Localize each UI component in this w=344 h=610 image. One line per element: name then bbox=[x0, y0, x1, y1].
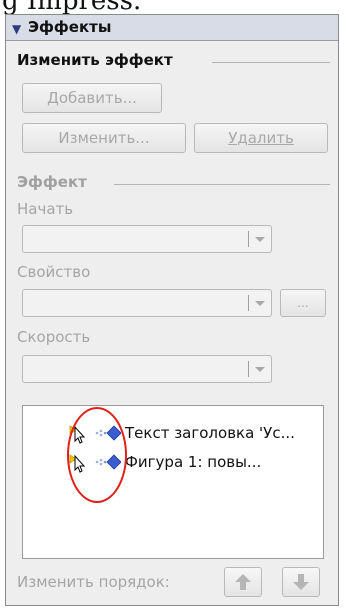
add-effect-button[interactable]: Добавить... bbox=[22, 83, 162, 113]
chevron-down-icon bbox=[255, 301, 265, 306]
start-select[interactable] bbox=[22, 225, 272, 253]
speed-select[interactable] bbox=[22, 355, 272, 383]
on-click-cursor-icon bbox=[69, 425, 86, 444]
entrance-effect-icon bbox=[95, 454, 121, 470]
property-options-button[interactable]: ... bbox=[280, 289, 326, 317]
select-separator bbox=[248, 231, 249, 247]
list-item-text: Текст заголовка 'Ус... bbox=[125, 424, 295, 442]
collapse-triangle-icon[interactable]: ▼ bbox=[12, 22, 21, 36]
modify-effect-button[interactable]: Изменить... bbox=[22, 123, 186, 153]
delete-label: Удалить bbox=[228, 129, 294, 147]
speed-label: Скорость bbox=[17, 328, 91, 346]
section-divider bbox=[212, 62, 330, 63]
arrow-up-icon bbox=[235, 574, 251, 590]
list-item[interactable]: Фигура 1: повы... bbox=[23, 451, 323, 473]
chevron-down-icon bbox=[255, 237, 265, 242]
move-up-button[interactable] bbox=[224, 567, 262, 597]
panel-title: Эффекты bbox=[28, 18, 112, 36]
list-item[interactable]: Текст заголовка 'Ус... bbox=[23, 422, 323, 444]
effects-panel: ▼ Эффекты Изменить эффект Добавить... Из… bbox=[5, 14, 339, 606]
entrance-effect-icon bbox=[95, 425, 121, 441]
chevron-down-icon bbox=[255, 367, 265, 372]
delete-effect-button[interactable]: Удалить bbox=[194, 123, 328, 153]
start-label: Начать bbox=[17, 200, 74, 218]
arrow-down-icon bbox=[293, 574, 309, 590]
effects-list[interactable]: Текст заголовка 'Ус... Фигура 1: повы... bbox=[22, 405, 324, 559]
move-down-button[interactable] bbox=[282, 567, 320, 597]
list-item-text: Фигура 1: повы... bbox=[125, 453, 262, 471]
on-click-cursor-icon bbox=[69, 454, 86, 473]
change-effect-heading: Изменить эффект bbox=[17, 51, 173, 69]
effect-heading: Эффект bbox=[17, 173, 87, 191]
property-label: Свойство bbox=[17, 263, 91, 281]
reorder-label: Изменить порядок: bbox=[17, 573, 170, 591]
panel-header[interactable]: ▼ Эффекты bbox=[6, 15, 338, 41]
property-select[interactable] bbox=[22, 289, 272, 317]
caption-strip: g Impress. bbox=[0, 0, 344, 16]
select-separator bbox=[248, 295, 249, 311]
effect-divider bbox=[114, 184, 330, 185]
select-separator bbox=[248, 361, 249, 377]
